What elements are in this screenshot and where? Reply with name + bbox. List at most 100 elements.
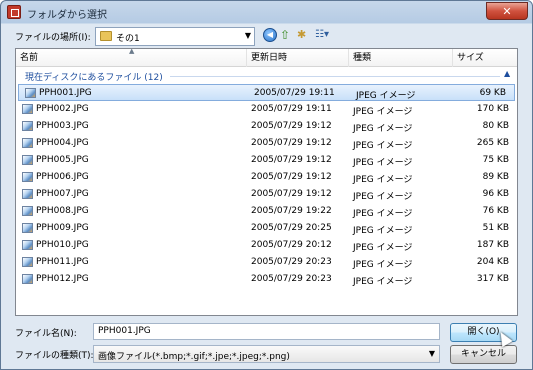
file-size: 51 KB — [482, 223, 509, 233]
file-type: JPEG イメージ — [356, 91, 416, 101]
sort-ascending-icon: ▲ — [129, 48, 135, 55]
image-file-icon — [22, 240, 33, 250]
file-date: 2005/07/29 19:11 — [251, 104, 332, 114]
image-file-icon — [22, 138, 33, 148]
image-file-icon — [22, 155, 33, 165]
cancel-button[interactable]: キャンセル — [450, 345, 517, 364]
location-value: その1 — [116, 34, 140, 44]
filename-input[interactable]: PPH001.JPG — [93, 323, 440, 340]
window-title: フォルダから選択 — [27, 10, 107, 21]
file-row[interactable]: PPH005.JPG 2005/07/29 19:12 JPEG イメージ 75… — [16, 152, 517, 169]
file-name: PPH009.JPG — [36, 223, 89, 233]
file-name: PPH012.JPG — [36, 274, 89, 284]
file-size: 89 KB — [482, 172, 509, 182]
file-size: 69 KB — [479, 88, 506, 98]
column-date-header[interactable]: 更新日時 — [247, 49, 349, 67]
group-label: 現在ディスクにあるファイル (12) — [25, 73, 163, 83]
file-type: JPEG イメージ — [353, 158, 413, 168]
file-type: JPEG イメージ — [353, 141, 413, 151]
file-name: PPH007.JPG — [36, 189, 89, 199]
file-date: 2005/07/29 20:12 — [251, 240, 332, 250]
column-type-header[interactable]: 種類 — [349, 49, 453, 67]
file-name: PPH004.JPG — [36, 138, 89, 148]
file-type: JPEG イメージ — [353, 124, 413, 134]
file-size: 96 KB — [482, 189, 509, 199]
group-header[interactable]: 現在ディスクにあるファイル (12) ▲ — [16, 68, 517, 83]
chevron-down-icon[interactable]: ▼ — [245, 31, 251, 40]
file-date: 2005/07/29 19:12 — [251, 138, 332, 148]
file-row[interactable]: PPH002.JPG 2005/07/29 19:11 JPEG イメージ 17… — [16, 101, 517, 118]
file-date: 2005/07/29 19:12 — [251, 189, 332, 199]
list-header: 名前 ▲ 更新日時 種類 サイズ — [16, 49, 517, 67]
close-button[interactable]: ✕ — [486, 2, 528, 20]
image-file-icon — [22, 172, 33, 182]
file-date: 2005/07/29 20:23 — [251, 257, 332, 267]
file-date: 2005/07/29 20:23 — [251, 274, 332, 284]
file-name: PPH006.JPG — [36, 172, 89, 182]
file-list[interactable]: 名前 ▲ 更新日時 種類 サイズ 現在ディスクにあるファイル (12) ▲ PP… — [15, 48, 518, 316]
file-row[interactable]: PPH006.JPG 2005/07/29 19:12 JPEG イメージ 89… — [16, 169, 517, 186]
file-dialog-window: フォルダから選択 ✕ ファイルの場所(I): その1 ▼ ◀ ⇧ ✱ ☷▾ 名前… — [0, 0, 533, 370]
filetype-value: 画像ファイル(*.bmp;*.gif;*.jpe;*.jpeg;*.png) — [98, 352, 290, 362]
file-size: 187 KB — [476, 240, 509, 250]
image-file-icon — [25, 88, 36, 98]
image-file-icon — [22, 206, 33, 216]
file-name: PPH011.JPG — [36, 257, 89, 267]
file-size: 75 KB — [482, 155, 509, 165]
file-date: 2005/07/29 19:12 — [251, 121, 332, 131]
filename-label: ファイル名(N): — [15, 329, 77, 339]
file-date: 2005/07/29 19:12 — [251, 172, 332, 182]
image-file-icon — [22, 223, 33, 233]
file-row[interactable]: PPH009.JPG 2005/07/29 20:25 JPEG イメージ 51… — [16, 220, 517, 237]
file-size: 170 KB — [476, 104, 509, 114]
back-arrow-icon[interactable]: ◀ — [263, 28, 277, 42]
new-folder-icon[interactable]: ✱ — [297, 28, 311, 42]
file-row[interactable]: PPH001.JPG 2005/07/29 19:11 JPEG イメージ 69… — [18, 84, 515, 101]
image-file-icon — [22, 257, 33, 267]
file-type: JPEG イメージ — [353, 192, 413, 202]
views-menu-icon[interactable]: ☷▾ — [315, 28, 337, 42]
file-date: 2005/07/29 20:25 — [251, 223, 332, 233]
file-type: JPEG イメージ — [353, 260, 413, 270]
chevron-down-icon[interactable]: ▼ — [429, 349, 435, 358]
file-size: 204 KB — [476, 257, 509, 267]
file-size: 265 KB — [476, 138, 509, 148]
file-row[interactable]: PPH011.JPG 2005/07/29 20:23 JPEG イメージ 20… — [16, 254, 517, 271]
file-name: PPH002.JPG — [36, 104, 89, 114]
image-file-icon — [22, 104, 33, 114]
file-type: JPEG イメージ — [353, 175, 413, 185]
file-type: JPEG イメージ — [353, 243, 413, 253]
file-name: PPH005.JPG — [36, 155, 89, 165]
file-type: JPEG イメージ — [353, 209, 413, 219]
file-row[interactable]: PPH008.JPG 2005/07/29 19:22 JPEG イメージ 76… — [16, 203, 517, 220]
file-row[interactable]: PPH010.JPG 2005/07/29 20:12 JPEG イメージ 18… — [16, 237, 517, 254]
file-size: 76 KB — [482, 206, 509, 216]
file-name: PPH001.JPG — [39, 88, 92, 98]
file-date: 2005/07/29 19:22 — [251, 206, 332, 216]
file-row[interactable]: PPH004.JPG 2005/07/29 19:12 JPEG イメージ 26… — [16, 135, 517, 152]
filetype-label: ファイルの種類(T): — [15, 351, 94, 361]
title-bar[interactable]: フォルダから選択 ✕ — [1, 1, 532, 23]
app-icon — [7, 5, 21, 19]
image-file-icon — [22, 121, 33, 131]
file-date: 2005/07/29 19:12 — [251, 155, 332, 165]
filetype-select[interactable]: 画像ファイル(*.bmp;*.gif;*.jpe;*.jpeg;*.png) ▼ — [93, 345, 440, 363]
location-combo[interactable]: その1 ▼ — [95, 27, 255, 46]
file-name: PPH008.JPG — [36, 206, 89, 216]
file-date: 2005/07/29 19:11 — [254, 88, 335, 98]
up-folder-icon[interactable]: ⇧ — [280, 28, 294, 42]
collapse-group-icon[interactable]: ▲ — [504, 69, 510, 78]
file-size: 317 KB — [476, 274, 509, 284]
image-file-icon — [22, 189, 33, 199]
folder-icon — [100, 31, 112, 41]
file-size: 80 KB — [482, 121, 509, 131]
file-type: JPEG イメージ — [353, 226, 413, 236]
column-size-header[interactable]: サイズ — [453, 49, 517, 67]
file-name: PPH010.JPG — [36, 240, 89, 250]
file-row[interactable]: PPH003.JPG 2005/07/29 19:12 JPEG イメージ 80… — [16, 118, 517, 135]
location-label: ファイルの場所(I): — [15, 33, 91, 43]
file-row[interactable]: PPH007.JPG 2005/07/29 19:12 JPEG イメージ 96… — [16, 186, 517, 203]
group-divider — [170, 76, 500, 77]
file-type: JPEG イメージ — [353, 277, 413, 287]
file-row[interactable]: PPH012.JPG 2005/07/29 20:23 JPEG イメージ 31… — [16, 271, 517, 288]
